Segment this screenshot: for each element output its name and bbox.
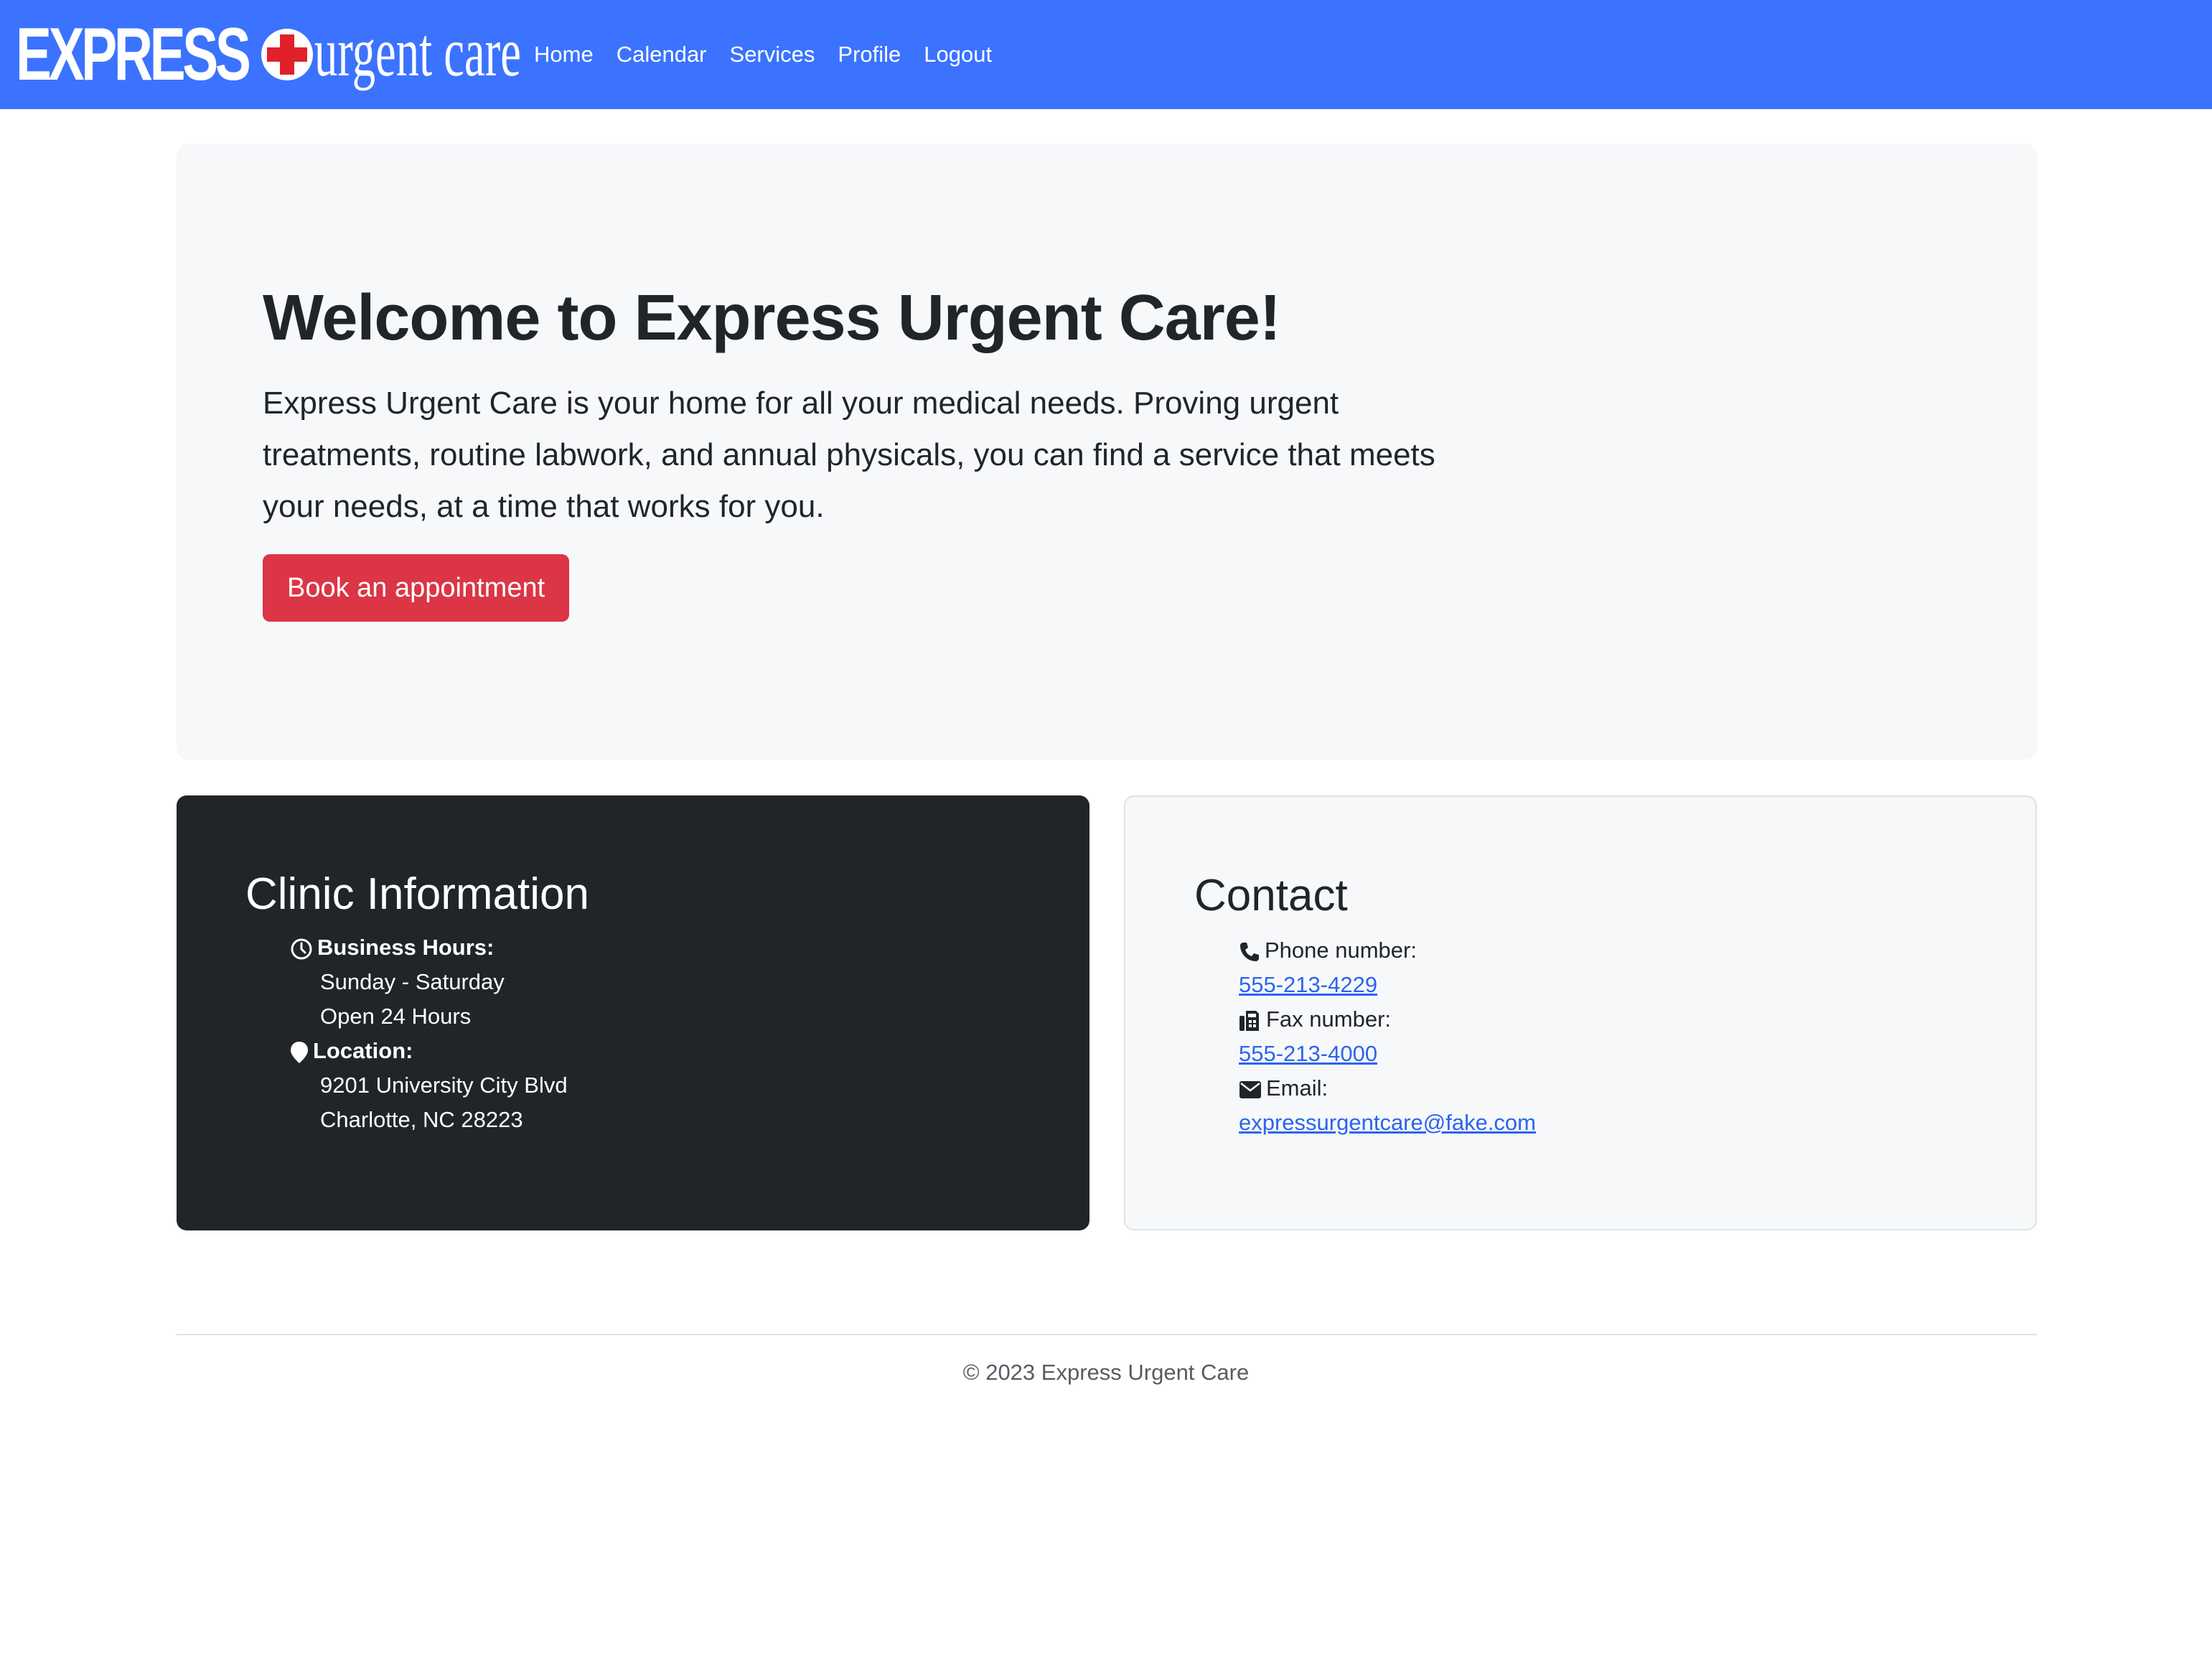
email-row: Email: [1239,1071,1328,1106]
email-label: Email: [1266,1075,1328,1101]
envelope-icon [1239,1080,1261,1098]
fax-label: Fax number: [1266,1006,1392,1032]
footer-divider [177,1334,2037,1335]
nav-profile[interactable]: Profile [838,42,901,67]
address-line2: Charlotte, NC 28223 [320,1107,523,1132]
hero-description: Express Urgent Care is your home for all… [263,386,1435,524]
email-value-row: expressurgentcare@fake.com [1239,1106,1536,1140]
business-hours-row: Business Hours: [290,930,494,965]
brand-express-text: EXPRESS [16,13,251,96]
fax-link[interactable]: 555-213-4000 [1239,1041,1377,1066]
contact-card: Contact Phone number: 555-213-4229 Fax n… [1124,795,2037,1230]
medical-cross-icon [261,29,313,80]
brand-urgent-care-text: urgent care [314,14,521,91]
phone-link[interactable]: 555-213-4229 [1239,972,1377,997]
footer-copyright: © 2023 Express Urgent Care [962,1360,1250,1385]
phone-value-row: 555-213-4229 [1239,968,1377,1002]
nav-logout[interactable]: Logout [924,42,992,67]
clock-icon [291,938,312,960]
book-appointment-button[interactable]: Book an appointment [263,554,570,622]
fax-row: Fax number: [1239,1002,1391,1037]
brand-logo[interactable]: EXPRESS urgent care [16,13,521,96]
nav-calendar[interactable]: Calendar [617,42,707,67]
business-hours-label: Business Hours: [317,935,495,960]
contact-title: Contact [1194,871,1348,920]
address-line1: 9201 University City Blvd [320,1073,568,1098]
clinic-information-card: Clinic Information Business Hours: Sunda… [177,795,1089,1230]
location-row: Location: [290,1034,413,1068]
fax-value-row: 555-213-4000 [1239,1037,1377,1071]
phone-label: Phone number: [1265,938,1417,963]
nav-home[interactable]: Home [534,42,594,67]
fax-icon [1239,1010,1259,1031]
hero-section: Welcome to Express Urgent Care! Express … [177,144,2037,760]
main-nav: Home Calendar Services Profile Logout [534,0,1015,109]
phone-row: Phone number: [1239,933,1417,968]
map-pin-icon [291,1041,308,1063]
hours-days: Sunday - Saturday [320,969,505,994]
navbar: EXPRESS urgent care Home Calendar Servic… [0,0,2212,109]
nav-services[interactable]: Services [730,42,815,67]
phone-icon [1240,942,1259,961]
email-link[interactable]: expressurgentcare@fake.com [1239,1110,1536,1135]
hero-title: Welcome to Express Urgent Care! [263,282,1281,354]
hours-time: Open 24 Hours [320,1004,472,1029]
clinic-information-title: Clinic Information [245,869,589,919]
location-label: Location: [313,1038,413,1063]
